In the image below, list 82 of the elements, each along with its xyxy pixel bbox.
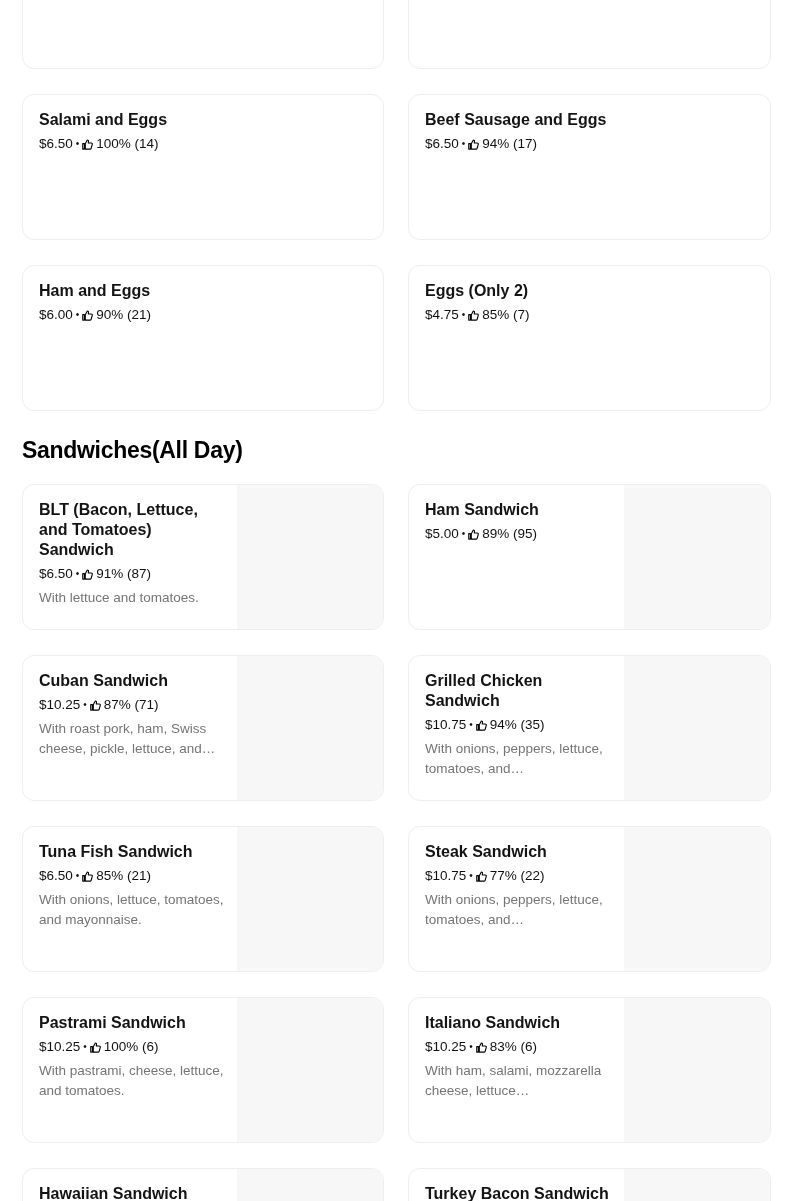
- item-card[interactable]: Ham and Eggs $6.00 • 90% (21): [22, 265, 384, 411]
- item-price: $10.25: [39, 696, 81, 714]
- item-rating: 100% (6): [103, 1038, 159, 1056]
- separator-dot: •: [469, 1040, 473, 1054]
- thumbs-up-icon: [468, 138, 480, 150]
- item-card[interactable]: Pastrami Sandwich $10.25 • 100% (6) With pastrami, cheese, lettuce, and tomatoes.: [22, 997, 384, 1143]
- item-price: $10.25: [39, 1038, 81, 1056]
- item-price: $6.50: [425, 135, 459, 153]
- separator-dot: •: [461, 308, 466, 322]
- item-card[interactable]: Italiano Sandwich $10.25 • 83% (6) With ham, salami, mozzarella cheese, lettuce…: [408, 997, 771, 1143]
- item-title: Tuna Fish Sandwich: [39, 842, 194, 862]
- item-card[interactable]: Ham Sandwich $5.00 • 89% (95): [408, 484, 771, 630]
- item-price: $10.75: [425, 716, 467, 734]
- item-card[interactable]: Tuna Fish Sandwich $6.50 • 85% (21) With onions, lettuce, tomatoes, and mayonnaise.: [22, 826, 384, 972]
- item-card[interactable]: Cuban Sandwich $10.25 • 87% (71) With roast pork, ham, Swiss cheese, pickle, lettuce, and…: [22, 655, 384, 801]
- item-description: With onions, lettuce, tomatoes, and mayonnaise.: [39, 891, 225, 929]
- item-title: BLT (Bacon, Lettuce, and Tomatoes) Sandwich: [39, 500, 199, 560]
- separator-dot: •: [461, 527, 466, 541]
- item-rating: 83% (6): [489, 1038, 538, 1056]
- thumbs-up-icon: [475, 1041, 487, 1053]
- item-title: Italiano Sandwich: [425, 1013, 562, 1033]
- item-description: With lettuce and tomatoes.: [39, 589, 200, 607]
- item-description: With roast pork, ham, Swiss cheese, pickle, lettuce, and…: [39, 720, 217, 758]
- item-price: $6.50: [39, 565, 73, 583]
- item-rating: 100% (14): [96, 135, 159, 153]
- thumbs-up-icon: [82, 568, 94, 580]
- section-heading: Sandwiches(All Day): [22, 436, 244, 464]
- item-title: Grilled Chicken Sandwich: [425, 671, 544, 711]
- item-rating: 77% (22): [489, 867, 545, 885]
- item-description: With onions, peppers, lettuce, tomatoes, and…: [425, 891, 604, 929]
- item-title: Ham Sandwich: [425, 500, 540, 520]
- separator-dot: •: [83, 698, 87, 712]
- item-description: With pastrami, cheese, lettuce, and tomatoes.: [39, 1062, 225, 1100]
- item-card[interactable]: BLT (Bacon, Lettuce, and Tomatoes) Sandwich $6.50 • 91% (87) With lettuce and tomatoes.: [22, 484, 384, 630]
- separator-dot: •: [75, 869, 80, 883]
- item-price: $6.50: [39, 135, 73, 153]
- thumbs-up-icon: [475, 870, 487, 882]
- item-price: $4.75: [425, 306, 459, 324]
- item-price: $6.50: [39, 867, 73, 885]
- item-card[interactable]: Beef Sausage and Eggs $6.50 • 94% (17): [408, 94, 771, 240]
- item-title: Hawaiian Sandwich: [39, 1184, 189, 1201]
- separator-dot: •: [469, 718, 473, 732]
- item-rating: 90% (21): [96, 306, 152, 324]
- thumbs-up-icon: [82, 309, 94, 321]
- thumbs-up-icon: [475, 719, 487, 731]
- item-rating: 85% (7): [482, 306, 530, 324]
- item-rating: 94% (17): [482, 135, 538, 153]
- separator-dot: •: [75, 137, 80, 151]
- item-rating: 91% (87): [96, 565, 152, 583]
- item-title: Pastrami Sandwich: [39, 1013, 187, 1033]
- item-card[interactable]: Hawaiian Sandwich: [22, 1168, 384, 1201]
- item-title: Beef Sausage and Eggs: [425, 110, 608, 130]
- item-rating: 85% (21): [96, 867, 152, 885]
- item-card[interactable]: Steak Sandwich $10.75 • 77% (22) With onions, peppers, lettuce, tomatoes, and…: [408, 826, 771, 972]
- item-rating: 94% (35): [489, 716, 545, 734]
- item-title: Ham and Eggs: [39, 281, 152, 301]
- separator-dot: •: [469, 869, 473, 883]
- item-description: With onions, peppers, lettuce, tomatoes, and…: [425, 740, 604, 778]
- item-card[interactable]: Grilled Chicken Sandwich $10.75 • 94% (35) With onions, peppers, lettuce, tomatoes, and…: [408, 655, 771, 801]
- thumbs-up-icon: [89, 1041, 101, 1053]
- thumbs-up-icon: [82, 870, 94, 882]
- thumbs-up-icon: [89, 699, 101, 711]
- item-rating: 87% (71): [103, 696, 159, 714]
- thumbs-up-icon: [468, 309, 480, 321]
- item-price: $5.00: [425, 525, 459, 543]
- item-card[interactable]: Eggs (Only 2) $4.75 • 85% (7): [408, 265, 771, 411]
- separator-dot: •: [461, 137, 466, 151]
- item-title: Steak Sandwich: [425, 842, 548, 862]
- separator-dot: •: [75, 308, 80, 322]
- item-price: $10.75: [425, 867, 467, 885]
- item-price: $6.00: [39, 306, 73, 324]
- item-title: Cuban Sandwich: [39, 671, 169, 691]
- thumbs-up-icon: [82, 138, 94, 150]
- item-title: Salami and Eggs: [39, 110, 169, 130]
- item-card[interactable]: Salami and Eggs $6.50 • 100% (14): [22, 94, 384, 240]
- thumbs-up-icon: [468, 528, 480, 540]
- item-title: Eggs (Only 2): [425, 281, 530, 301]
- item-rating: 89% (95): [482, 525, 538, 543]
- separator-dot: •: [83, 1040, 87, 1054]
- item-description: With ham, salami, mozzarella cheese, lettuce…: [425, 1062, 603, 1100]
- separator-dot: •: [75, 567, 80, 581]
- item-price: $10.25: [425, 1038, 467, 1056]
